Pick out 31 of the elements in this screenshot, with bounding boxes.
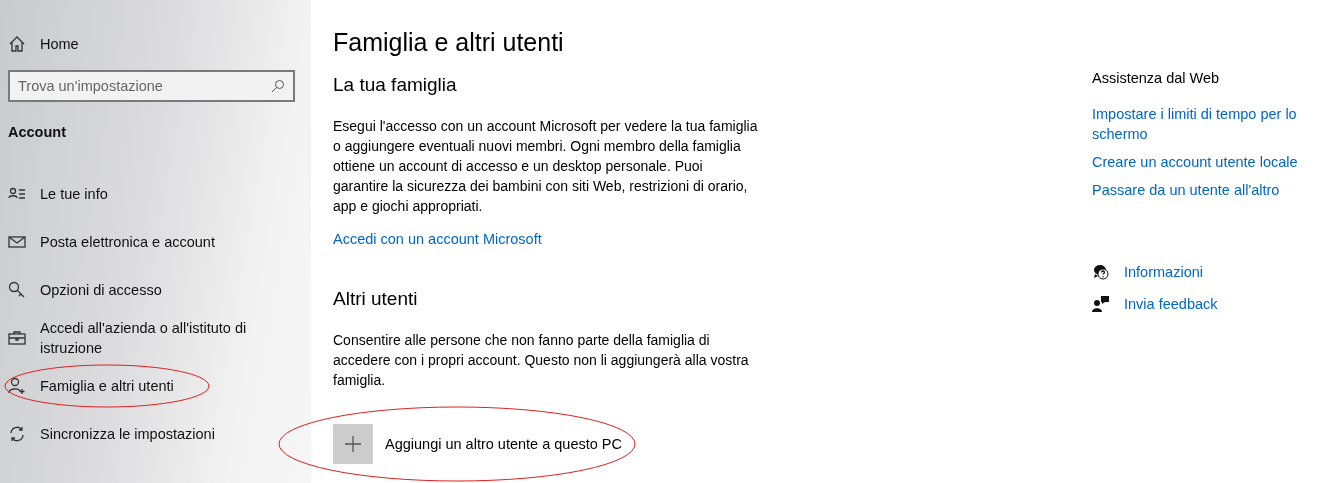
- section-heading: Altri utenti: [333, 288, 419, 310]
- action-link[interactable]: Invia feedback: [1124, 296, 1218, 312]
- help-link[interactable]: Creare un account utente locale: [1092, 152, 1322, 172]
- nav-item[interactable]: Accedi all'azienda o all'istituto di istruzione: [40, 318, 270, 358]
- signin-link[interactable]: Accedi con un account Microsoft: [333, 231, 542, 247]
- person-add-icon: [8, 377, 26, 395]
- search-field[interactable]: Trova un'impostazione: [8, 70, 295, 102]
- key-icon: [8, 281, 26, 299]
- help-link[interactable]: Passare da un utente all'altro: [1092, 180, 1322, 200]
- help-heading: Assistenza dal Web: [1092, 70, 1221, 86]
- home-icon: [8, 35, 26, 53]
- briefcase-icon: [8, 329, 26, 347]
- section-heading: Account: [8, 124, 67, 140]
- search-icon: [271, 79, 285, 93]
- section-heading: La tua famiglia: [333, 74, 458, 96]
- nav-item[interactable]: Le tue info: [40, 184, 270, 204]
- nav-item[interactable]: Sincronizza le impostazioni: [40, 424, 270, 444]
- page-title: Famiglia e altri utenti: [333, 28, 565, 57]
- plus-icon: [333, 424, 373, 464]
- chat-question-icon: [1092, 263, 1110, 281]
- description-text: Consentire alle persone che non fanno parte della famiglia di accedere con i propri account. Questo non li aggiungerà alla vostra famiglia.: [333, 331, 750, 390]
- nav-item[interactable]: Famiglia e altri utenti: [40, 376, 270, 396]
- person-feedback-icon: [1092, 295, 1110, 313]
- description-text: Esegui l'accesso con un account Microsoft per vedere la tua famiglia o aggiungere eventuali nuovi membri. Ogni membro della famiglia ottiene un account di accesso e un desktop personale. Puoi garantire la sicurezza dei bambini con siti Web, restrizioni di orario, app e giochi appropriati.: [333, 117, 758, 216]
- nav-item[interactable]: Posta elettronica e account: [40, 232, 270, 252]
- action-link[interactable]: Informazioni: [1124, 264, 1203, 280]
- home-link[interactable]: Home: [40, 34, 79, 54]
- mail-icon: [8, 233, 26, 251]
- nav-item[interactable]: Opzioni di accesso: [40, 280, 270, 300]
- sync-icon: [8, 425, 26, 443]
- help-link[interactable]: Impostare i limiti di tempo per lo schermo: [1092, 104, 1322, 144]
